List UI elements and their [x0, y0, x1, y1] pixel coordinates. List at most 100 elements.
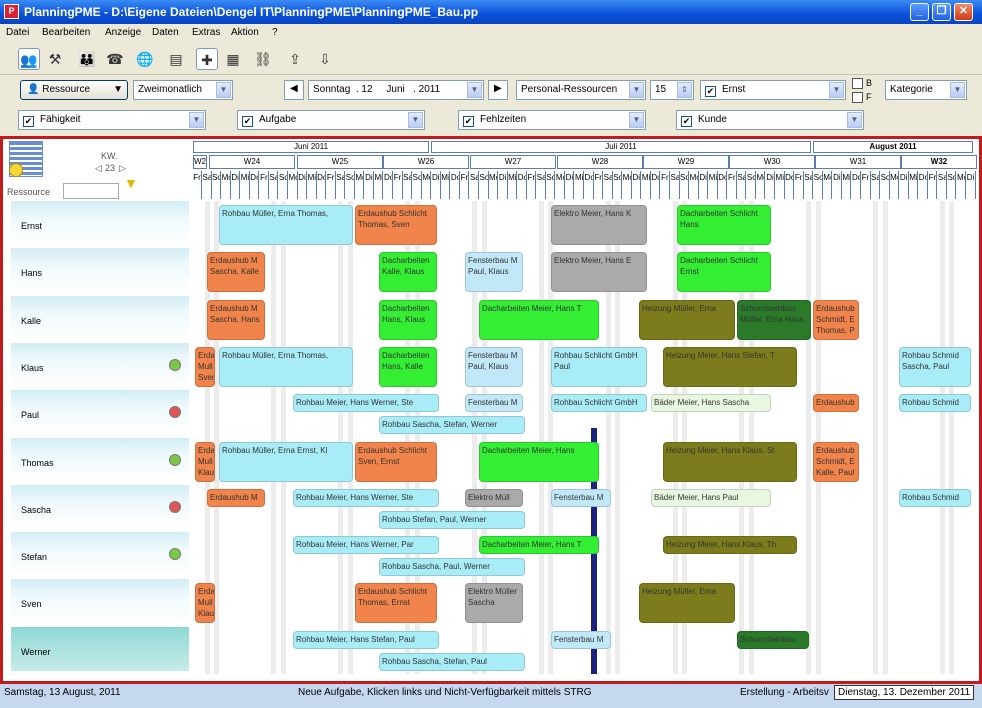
add-task-icon[interactable]: ✚ [196, 48, 218, 70]
task-bar[interactable]: Erdaushub Schlicht Thomas, Ernst [355, 583, 437, 624]
task-bar[interactable]: Heizung Meier, Hans Klaus, Th [663, 536, 797, 555]
skill-filter-select[interactable]: ✔ Fähigkeit ▼ [18, 110, 206, 130]
next-date-button[interactable]: ▶ [488, 80, 508, 100]
skill-filter-checkbox[interactable]: ✔ [23, 116, 34, 127]
task-bar[interactable]: Bäder Meier, Hans Paul [651, 488, 771, 507]
customer-filter-checkbox[interactable]: ✔ [681, 116, 692, 127]
resource-row[interactable]: Thomas [11, 437, 189, 482]
menu-help[interactable]: ? [272, 27, 278, 38]
tools-icon[interactable]: ⚒ [44, 48, 66, 70]
task-bar[interactable]: Dacharbeiten Hans, Klaus [379, 299, 437, 340]
task-bar[interactable]: Dacharbeiten Kalle, Klaus [379, 252, 437, 293]
import-icon[interactable]: ⇩ [314, 48, 336, 70]
task-bar[interactable]: Rohbau Schmid Sascha, Paul [899, 346, 971, 387]
task-bar[interactable]: Rohbau Schlicht GmbH Paul [551, 346, 647, 387]
task-bar[interactable]: Schornsteinbau [737, 630, 809, 649]
view-mode-select[interactable]: Zweimonatlich ▼ [133, 80, 233, 100]
resource-search-input[interactable] [63, 183, 119, 199]
export-icon[interactable]: ⇪ [284, 48, 306, 70]
resources-icon[interactable]: 👥 [18, 48, 40, 70]
task-bar[interactable]: Fensterbau M Paul, Klaus [465, 252, 523, 293]
count-stepper[interactable]: 15 ⇕ [650, 80, 694, 100]
task-bar[interactable]: Fensterbau M [465, 394, 523, 413]
task-bar[interactable]: Rohbau Meier, Hans Werner, Ste [293, 488, 439, 507]
task-bar[interactable]: Elektro Müll [465, 488, 523, 507]
task-bar[interactable]: Rohbau Schmid [899, 394, 971, 413]
resource-row[interactable]: Klaus [11, 342, 189, 387]
prev-date-button[interactable]: ◀ [284, 80, 304, 100]
task-bar[interactable]: Erdaushub Schlicht Sven, Ernst [355, 441, 437, 482]
customer-filter-select[interactable]: ✔ Kunde ▼ [676, 110, 864, 130]
resource-row[interactable]: Stefan [11, 532, 189, 577]
task-bar[interactable]: Elektro Meier, Hans E [551, 252, 647, 293]
task-bar[interactable]: Rohbau Sascha, Stefan, Paul [379, 652, 525, 671]
task-bar[interactable]: Rohbau Schmid [899, 488, 971, 507]
kw-next-icon[interactable]: ▷ [119, 163, 126, 174]
task-bar[interactable]: Rohbau Sascha, Stefan, Werner [379, 416, 525, 435]
calendar-icon[interactable]: ▤ [165, 48, 187, 70]
close-button[interactable]: ✕ [954, 3, 973, 21]
task-bar[interactable]: Rohbau Sascha, Paul, Werner [379, 558, 525, 577]
resource-button[interactable]: 👤 Ressource ▼ [20, 80, 128, 100]
task-bar[interactable]: Erdaushub M Sascha, Kalle [207, 252, 265, 293]
task-bar[interactable]: Rohbau Meier, Hans Werner, Ste [293, 394, 439, 413]
task-bar[interactable]: Rohbau Meier, Hans Stefan, Paul [293, 630, 439, 649]
menu-bearbeiten[interactable]: Bearbeiten [42, 27, 90, 38]
task-bar[interactable]: Rohbau Müller, Erna Thomas, [219, 346, 353, 387]
task-bar[interactable]: Rohbau Schlicht GmbH [551, 394, 647, 413]
task-bar[interactable]: Erda Mull Sven [195, 346, 215, 387]
task-bar[interactable]: Elektro Müller Sascha [465, 583, 523, 624]
task-bar[interactable]: Erdaushub [813, 394, 859, 413]
task-bar[interactable]: Rohbau Müller, Erna Thomas, [219, 205, 353, 245]
task-bar[interactable]: Erdaushub Schmidt, E Kalle, Paul [813, 441, 859, 482]
task-bar[interactable]: Erdaushub M [207, 488, 265, 507]
task-bar[interactable]: Elektro Meier, Hans K [551, 205, 647, 245]
filter-funnel-icon[interactable]: ▼ [124, 175, 138, 191]
resource-row[interactable]: Sascha [11, 484, 189, 529]
phone-icon[interactable]: ☎ [104, 48, 126, 70]
task-bar[interactable]: Fensterbau M [551, 488, 611, 507]
task-bar[interactable]: Dacharbeiten Meier, Hans [479, 441, 599, 482]
category-select[interactable]: Kategorie ▼ [885, 80, 967, 100]
task-bar[interactable]: Rohbau Müller, Erna Ernst, Kl [219, 441, 353, 482]
task-bar[interactable]: Rohbau Stefan, Paul, Werner [379, 510, 525, 529]
absence-filter-select[interactable]: ✔ Fehlzeiten ▼ [458, 110, 646, 130]
menu-daten[interactable]: Daten [152, 27, 179, 38]
stepper-icon[interactable]: ⇕ [677, 82, 692, 98]
task-bar[interactable]: Dacharbeiten Meier, Hans T [479, 299, 599, 340]
person-filter-select[interactable]: ✔ Ernst ▼ [700, 80, 846, 100]
grid-icon[interactable]: ▦ [222, 48, 244, 70]
maximize-button[interactable]: ❐ [932, 3, 951, 21]
task-bar[interactable]: Heizung Müller, Erna [639, 583, 735, 624]
task-bar[interactable]: Heizung Meier, Hans Klaus, St [663, 441, 797, 482]
task-bar[interactable]: Rohbau Meier, Hans Werner, Par [293, 536, 439, 555]
resource-row[interactable]: Ernst [11, 201, 189, 245]
globe-icon[interactable]: 🌐 [134, 48, 156, 70]
date-picker[interactable]: Sonntag . 12 Juni . 2011 ▼ [308, 80, 484, 100]
resource-row[interactable]: Werner [11, 626, 189, 671]
task-bar[interactable]: Bäder Meier, Hans Sascha [651, 394, 771, 413]
task-bar[interactable]: Dacharbeiten Schlicht Hans [677, 205, 771, 245]
f-checkbox[interactable] [852, 92, 863, 103]
task-bar[interactable]: Schornsteinbau Müller, Erna Hans [737, 299, 811, 340]
absence-filter-checkbox[interactable]: ✔ [463, 116, 474, 127]
task-bar[interactable]: Fensterbau M [551, 630, 611, 649]
task-bar[interactable]: Dacharbeiten Meier, Hans T [479, 536, 599, 555]
task-bar[interactable]: Dacharbeiten Hans, Kalle [379, 346, 437, 387]
menu-extras[interactable]: Extras [192, 27, 220, 38]
kw-prev-icon[interactable]: ◁ [95, 163, 102, 174]
menu-anzeige[interactable]: Anzeige [105, 27, 141, 38]
menu-datei[interactable]: Datei [6, 27, 29, 38]
task-bar[interactable]: Erda Mull Klau [195, 441, 215, 482]
task-filter-select[interactable]: ✔ Aufgabe ▼ [237, 110, 425, 130]
resource-row[interactable]: Paul [11, 390, 189, 435]
resource-row[interactable]: Sven [11, 579, 189, 624]
resource-row[interactable]: Hans [11, 248, 189, 293]
task-bar[interactable]: Erdaushub Schlicht Thomas, Sven [355, 205, 437, 245]
task-bar[interactable]: Erdaushub M Sascha, Hans [207, 299, 265, 340]
task-bar[interactable]: Dacharbeiten Schlicht Ernst [677, 252, 771, 293]
resource-type-select[interactable]: Personal-Ressourcen ▼ [516, 80, 646, 100]
minimize-button[interactable]: _ [910, 3, 929, 21]
person-filter-checkbox[interactable]: ✔ [705, 86, 716, 97]
task-bar[interactable]: Erda Mull Klau [195, 583, 215, 624]
